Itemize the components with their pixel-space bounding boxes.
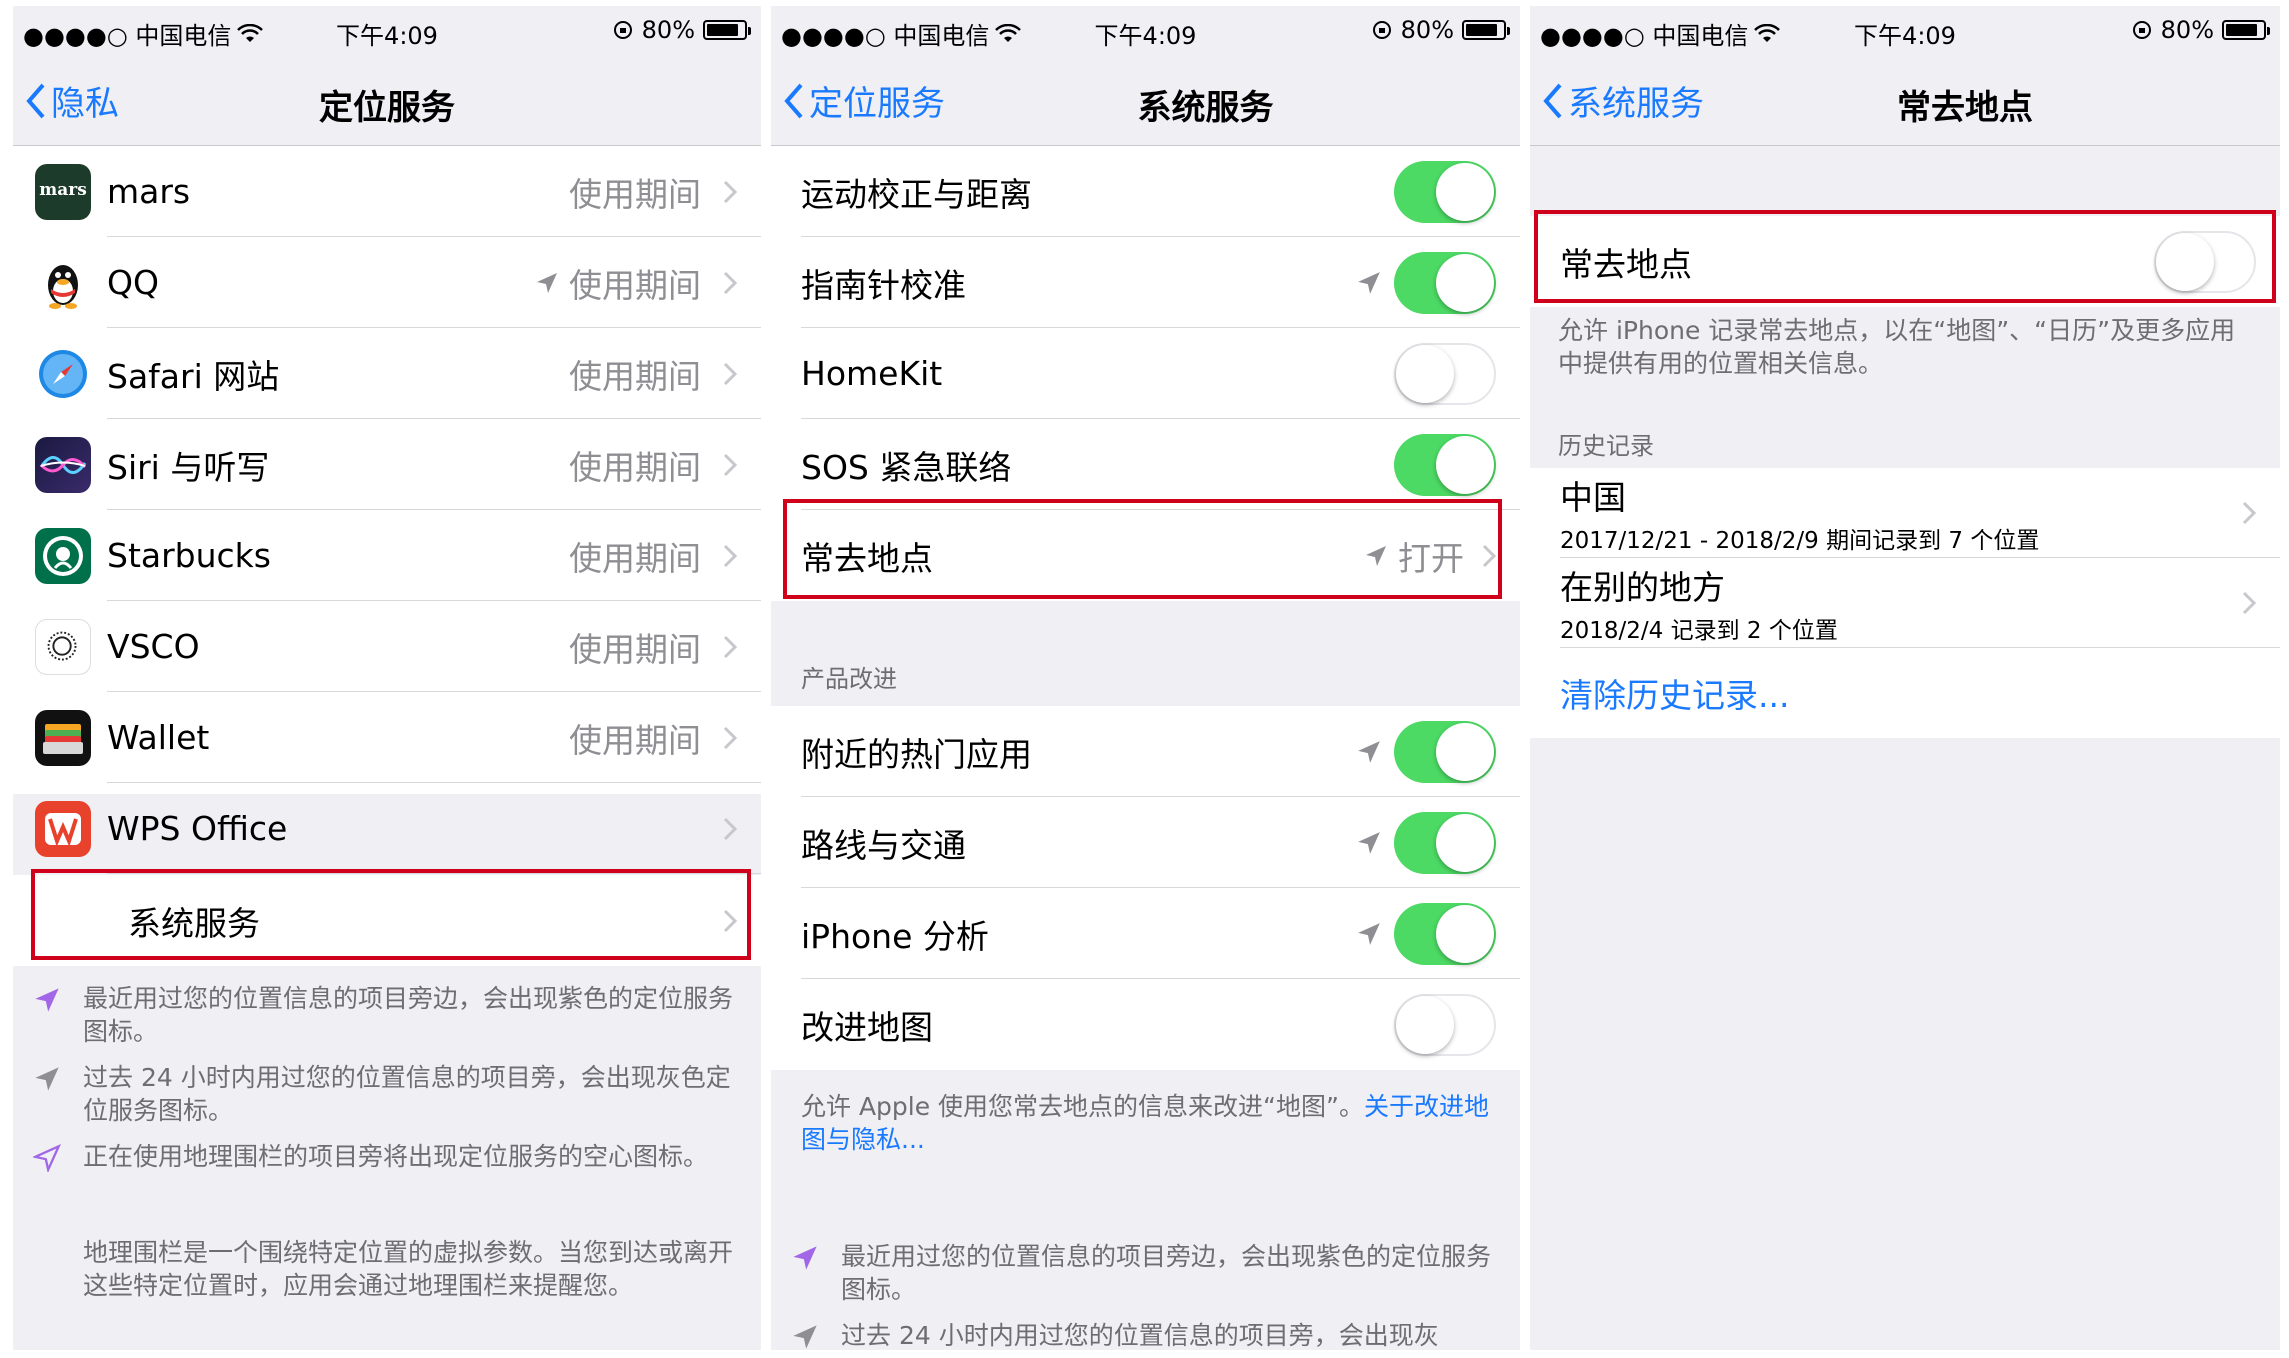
location-arrow-purple-icon — [35, 988, 59, 1012]
note-hollow: 正在使用地理围栏的项目旁将出现定位服务的空心图标。 — [33, 1140, 733, 1173]
toggle-row-motion: 运动校正与距离 — [771, 146, 1520, 237]
highlight-box — [1534, 210, 2276, 303]
app-row-safari[interactable]: Safari 网站 使用期间 — [13, 328, 761, 419]
app-row-qq[interactable]: QQ 使用期间 — [13, 237, 761, 328]
improve-maps-toggle[interactable] — [1394, 993, 1496, 1056]
clear-history-button[interactable]: 清除历史记录... — [1560, 669, 1789, 717]
frequent-locations-screen: ●●●●○ 中国电信 下午4:09 80% 系统服务 常去地点 常去地点 允许 … — [1530, 6, 2280, 1350]
orientation-lock-icon — [1372, 21, 1391, 39]
chevron-right-icon — [723, 362, 737, 385]
frequent-description: 允许 iPhone 记录常去地点，以在“地图”、“日历”及更多应用中提供有用的位… — [1558, 316, 2236, 378]
chevron-right-icon — [2242, 591, 2256, 615]
motion-toggle[interactable] — [1394, 160, 1496, 223]
note-gray: 过去 24 小时内用过您的位置信息的项目旁，会出现灰色定位服务图标。 — [33, 1061, 733, 1127]
location-arrow-icon — [1358, 271, 1380, 294]
app-row-wps[interactable]: WPS Office — [13, 783, 761, 874]
chevron-right-icon — [723, 817, 737, 840]
battery-percent: 80% — [2160, 16, 2214, 44]
vsco-app-icon — [35, 618, 91, 675]
app-row-vsco[interactable]: VSCO 使用期间 — [13, 601, 761, 692]
chevron-right-icon — [723, 180, 737, 203]
chevron-right-icon — [723, 635, 737, 658]
starbucks-app-icon — [35, 527, 91, 584]
note-purple: 最近用过您的位置信息的项目旁边，会出现紫色的定位服务图标。 — [791, 1240, 1491, 1306]
orientation-lock-icon — [2132, 21, 2151, 39]
history-row-china[interactable]: 中国 2017/12/21 - 2018/2/9 期间记录到 7 个位置 — [1530, 468, 2280, 558]
battery-icon — [703, 20, 751, 40]
history-row-elsewhere[interactable]: 在别的地方 2018/2/4 记录到 2 个位置 — [1530, 558, 2280, 648]
nav-bar: 定位服务 系统服务 — [771, 58, 1520, 146]
status-bar: ●●●●○ 中国电信 下午4:09 80% — [13, 6, 761, 58]
safari-app-icon — [35, 345, 91, 402]
nav-bar: 系统服务 常去地点 — [1530, 58, 2280, 146]
location-arrow-icon — [1358, 831, 1380, 854]
section-header: 产品改进 — [801, 665, 897, 693]
toggle-row-iphone-analytics: iPhone 分析 — [771, 888, 1520, 979]
toggle-row-sos: SOS 紧急联络 — [771, 419, 1520, 510]
page-title: 定位服务 — [319, 88, 455, 128]
app-row-starbucks[interactable]: Starbucks 使用期间 — [13, 510, 761, 601]
app-row-mars[interactable]: mars mars 使用期间 — [13, 146, 761, 237]
note-gray: 过去 24 小时内用过您的位置信息的项目旁，会出现灰 — [791, 1319, 1491, 1350]
location-arrow-icon — [1358, 922, 1380, 945]
orientation-lock-icon — [613, 21, 632, 39]
toggle-row-improve-maps: 改进地图 — [771, 979, 1520, 1070]
app-row-wallet[interactable]: Wallet 使用期间 — [13, 692, 761, 783]
toggle-row-homekit: HomeKit — [771, 328, 1520, 419]
clear-history-row[interactable]: 清除历史记录... — [1530, 648, 2280, 738]
location-arrow-purple-icon — [793, 1246, 817, 1270]
toggle-row-compass: 指南针校准 — [771, 237, 1520, 328]
chevron-right-icon — [2242, 501, 2256, 525]
app-row-siri[interactable]: Siri 与听写 使用期间 — [13, 419, 761, 510]
homekit-toggle[interactable] — [1394, 342, 1496, 405]
qq-app-icon — [35, 254, 91, 311]
battery-icon — [2222, 20, 2270, 40]
status-bar: ●●●●○ 中国电信 下午4:09 80% — [1530, 6, 2280, 58]
battery-percent: 80% — [1400, 16, 1454, 44]
location-services-screen: ●●●●○ 中国电信 下午4:09 80% 隐私 定位服务 mars mars … — [13, 6, 761, 1350]
toggle-row-routing: 路线与交通 — [771, 797, 1520, 888]
iphone-analytics-toggle[interactable] — [1394, 902, 1496, 965]
highlight-box — [783, 499, 1502, 599]
location-arrow-gray-icon — [35, 1067, 59, 1091]
chevron-right-icon — [723, 726, 737, 749]
location-arrow-icon — [537, 272, 557, 293]
toggle-row-popular-nearby: 附近的热门应用 — [771, 706, 1520, 797]
location-arrow-icon — [1358, 740, 1380, 763]
battery-icon — [1462, 20, 1510, 40]
highlight-box — [31, 869, 751, 960]
note-purple: 最近用过您的位置信息的项目旁边，会出现紫色的定位服务图标。 — [33, 982, 733, 1048]
geofence-note: 地理围栏是一个围绕特定位置的虚拟参数。当您到达或离开这些特定位置时，应用会通过地… — [83, 1238, 734, 1300]
wps-app-icon — [35, 800, 91, 857]
routing-toggle[interactable] — [1394, 811, 1496, 874]
system-services-screen: ●●●●○ 中国电信 下午4:09 80% 定位服务 系统服务 运动校正与距离 … — [771, 6, 1520, 1350]
page-title: 系统服务 — [1137, 88, 1274, 128]
popular-nearby-toggle[interactable] — [1394, 720, 1496, 783]
chevron-left-icon — [1543, 83, 1562, 118]
status-bar: ●●●●○ 中国电信 下午4:09 80% — [771, 6, 1520, 58]
app-list: mars mars 使用期间 QQ 使用期间 Safari 网站 使用期间 Si… — [13, 146, 761, 874]
wallet-app-icon — [35, 709, 91, 766]
location-arrow-gray-icon — [793, 1325, 817, 1349]
battery-percent: 80% — [641, 16, 695, 44]
chevron-right-icon — [723, 544, 737, 567]
page-title: 常去地点 — [1897, 88, 2033, 128]
chevron-right-icon — [723, 271, 737, 294]
improve-maps-footer: 允许 Apple 使用您常去地点的信息来改进“地图”。关于改进地图与隐私... — [801, 1092, 1489, 1154]
chevron-left-icon — [784, 83, 803, 118]
compass-toggle[interactable] — [1394, 251, 1496, 314]
history-group: 中国 2017/12/21 - 2018/2/9 期间记录到 7 个位置 在别的… — [1530, 468, 2280, 738]
siri-app-icon — [35, 436, 91, 493]
sos-toggle[interactable] — [1394, 433, 1496, 496]
nav-bar: 隐私 定位服务 — [13, 58, 761, 146]
location-arrow-outline-icon — [33, 1144, 61, 1172]
history-header: 历史记录 — [1558, 432, 1654, 460]
mars-app-icon: mars — [35, 163, 91, 220]
product-improvement-group: 附近的热门应用 路线与交通 iPhone 分析 改进地图 — [771, 706, 1520, 1070]
chevron-right-icon — [723, 453, 737, 476]
